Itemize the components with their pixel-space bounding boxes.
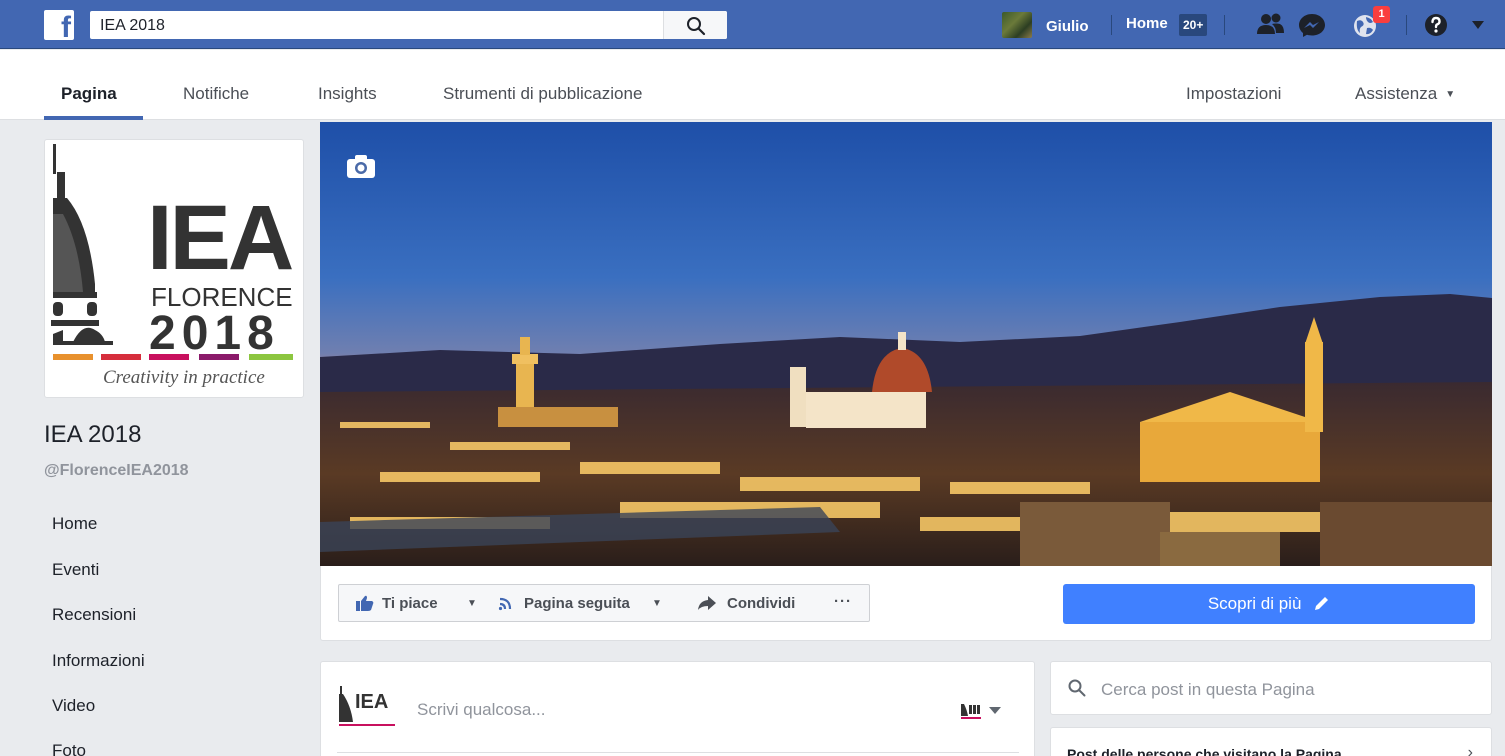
sidebar-item-eventi[interactable]: Eventi	[52, 560, 99, 580]
learn-more-button[interactable]: Scopri di più	[1063, 584, 1475, 624]
logo-tagline: Creativity in practice	[103, 367, 265, 388]
like-button[interactable]: Ti piace ▼	[338, 584, 483, 622]
sidebar-item-home[interactable]: Home	[52, 514, 97, 534]
logo-year: 2018	[149, 307, 280, 360]
divider	[1406, 15, 1407, 35]
divider	[337, 752, 1019, 753]
divider	[1111, 15, 1112, 35]
profile-logo: IEA FLORENCE 2018 Creativity in practice	[49, 144, 299, 393]
tab-pagina[interactable]: Pagina	[61, 84, 117, 104]
camera-icon[interactable]	[346, 153, 376, 179]
search-icon	[687, 17, 706, 36]
tab-strumenti[interactable]: Strumenti di pubblicazione	[443, 84, 642, 104]
page-actions-bar: Ti piace ▼ Pagina seguita ▼ Condividi ··…	[320, 566, 1492, 641]
facebook-logo-icon[interactable]: f	[44, 10, 74, 44]
sidebar-item-foto[interactable]: Foto	[52, 741, 86, 756]
avatar-logo-text: IEA	[355, 691, 388, 713]
logo-title: IEA	[147, 187, 294, 289]
dome-logo-icon: IEA	[339, 686, 395, 726]
like-label: Ti piace	[382, 595, 438, 612]
thumbs-up-icon	[356, 595, 374, 611]
tab-assistenza[interactable]: Assistenza ▼	[1355, 84, 1455, 104]
tab-impostazioni[interactable]: Impostazioni	[1186, 84, 1281, 104]
profile-picture[interactable]: IEA FLORENCE 2018 Creativity in practice	[44, 139, 304, 398]
facebook-logo-letter: f	[61, 11, 71, 44]
sidebar-item-informazioni[interactable]: Informazioni	[52, 651, 145, 671]
composer-input[interactable]: Scrivi qualcosa...	[417, 700, 546, 720]
share-arrow-icon	[698, 596, 716, 610]
share-button[interactable]: Condividi	[681, 584, 819, 622]
caret-down-icon: ▼	[652, 598, 662, 609]
search-icon	[1068, 679, 1086, 697]
page-navigation: Pagina Notifiche Insights Strumenti di p…	[0, 50, 1505, 120]
top-bar: f IEA 2018 Giulio Home 20+ 1	[0, 0, 1505, 49]
cover-photo[interactable]	[320, 122, 1492, 566]
rss-follow-icon	[498, 597, 512, 611]
share-label: Condividi	[727, 595, 796, 612]
user-name: Giulio	[1046, 18, 1089, 35]
home-count-badge: 20+	[1179, 14, 1208, 36]
logo-stripe	[53, 354, 93, 360]
pencil-icon	[1315, 597, 1329, 610]
caret-down-icon: ▼	[467, 598, 477, 609]
post-as-selector[interactable]	[961, 698, 1005, 722]
sidebar-item-video[interactable]: Video	[52, 696, 95, 716]
caret-down-icon: ▼	[1445, 89, 1456, 101]
page-username[interactable]: @FlorenceIEA2018	[44, 462, 189, 480]
global-search-input[interactable]: IEA 2018	[90, 11, 727, 39]
follow-button[interactable]: Pagina seguita ▼	[481, 584, 682, 622]
sidebar-item-recensioni[interactable]: Recensioni	[52, 605, 136, 625]
chevron-right-icon: ›	[1467, 744, 1473, 756]
florence-skyline-image	[320, 122, 1492, 566]
caret-down-icon[interactable]	[1470, 18, 1486, 32]
follow-label: Pagina seguita	[524, 595, 630, 612]
tab-assistenza-label: Assistenza	[1355, 84, 1438, 103]
help-icon[interactable]	[1423, 12, 1453, 38]
home-link[interactable]: Home	[1126, 15, 1168, 32]
page-title: IEA 2018	[44, 421, 142, 448]
avatar	[1002, 12, 1032, 38]
messenger-icon[interactable]	[1297, 12, 1327, 38]
post-as-avatar-icon	[961, 704, 1001, 719]
learn-more-label: Scopri di più	[1063, 594, 1475, 614]
tab-insights[interactable]: Insights	[318, 84, 377, 104]
logo-stripe	[199, 354, 239, 360]
friends-icon[interactable]	[1255, 12, 1285, 38]
more-options-button[interactable]: ···	[818, 584, 870, 622]
page-posts-search-placeholder: Cerca post in questa Pagina	[1101, 680, 1315, 699]
logo-stripe	[249, 354, 293, 360]
page-posts-search-input[interactable]: Cerca post in questa Pagina	[1050, 661, 1492, 715]
visitor-posts-title: Post delle persone che visitano la Pagin…	[1067, 746, 1342, 756]
search-button[interactable]	[663, 11, 727, 39]
more-options-icon: ···	[834, 593, 852, 610]
logo-stripe	[149, 354, 189, 360]
tab-notifiche[interactable]: Notifiche	[183, 84, 249, 104]
logo-stripe	[101, 354, 141, 360]
search-value: IEA 2018	[100, 17, 165, 34]
post-composer: IEA Scrivi qualcosa...	[320, 661, 1035, 756]
divider	[1224, 15, 1225, 35]
learn-more-text: Scopri di più	[1207, 594, 1302, 613]
active-tab-indicator	[44, 116, 143, 120]
page-avatar: IEA	[337, 684, 397, 730]
visitor-posts-panel[interactable]: Post delle persone che visitano la Pagin…	[1050, 727, 1492, 756]
notification-badge: 1	[1373, 6, 1390, 23]
